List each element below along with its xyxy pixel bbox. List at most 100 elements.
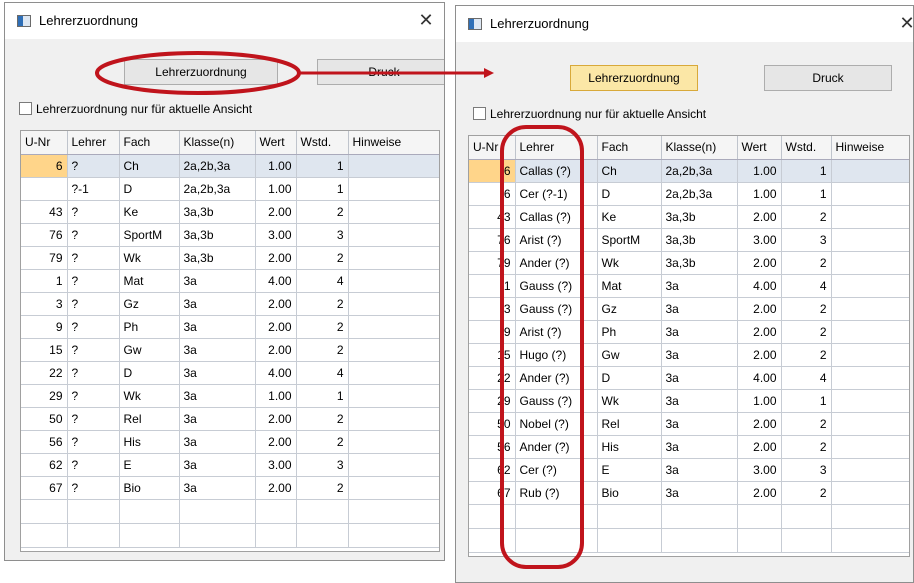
cell-klassen[interactable]: 3a,3b xyxy=(661,251,738,275)
cell-fach[interactable]: Ph xyxy=(119,315,180,339)
table-row[interactable]: 6 Callas (?) Ch 2a,2b,3a 1.00 1 xyxy=(469,159,909,183)
cell-fach[interactable]: Gz xyxy=(119,292,180,316)
druck-button[interactable]: Druck xyxy=(317,59,444,85)
cell-wstd[interactable]: 1 xyxy=(781,182,832,206)
cell-fach[interactable]: Bio xyxy=(119,476,180,500)
cell-wert[interactable]: 2.00 xyxy=(737,481,782,505)
cell-fach[interactable]: D xyxy=(119,361,180,385)
table-row[interactable]: ?-1 D 2a,2b,3a 1.00 1 xyxy=(21,177,439,201)
cell-wert[interactable]: 1.00 xyxy=(255,177,297,201)
cell-lehrer[interactable]: Arist (?) xyxy=(515,320,598,344)
cell-wstd[interactable]: 2 xyxy=(296,338,349,362)
assignment-table[interactable]: U-Nr Lehrer Fach Klasse(n) Wert Wstd. Hinweise… xyxy=(468,135,910,557)
empty-cell[interactable] xyxy=(119,499,180,524)
cell-hinweise[interactable] xyxy=(348,269,439,293)
cell-fach[interactable]: His xyxy=(597,435,662,459)
table-row[interactable]: 50 Nobel (?) Rel 3a 2.00 2 xyxy=(469,412,909,436)
empty-cell[interactable] xyxy=(255,499,297,524)
cell-klassen[interactable]: 3a,3b xyxy=(661,228,738,252)
cell-wstd[interactable]: 2 xyxy=(781,205,832,229)
cell-wert[interactable]: 3.00 xyxy=(255,223,297,247)
cell-unr[interactable]: 29 xyxy=(469,389,516,413)
column-header-lehrer[interactable]: Lehrer xyxy=(67,131,120,155)
cell-lehrer[interactable]: ? xyxy=(67,430,120,454)
cell-wstd[interactable]: 1 xyxy=(296,154,349,178)
cell-unr[interactable]: 9 xyxy=(469,320,516,344)
cell-wert[interactable]: 3.00 xyxy=(737,458,782,482)
column-header-fach[interactable]: Fach xyxy=(597,136,662,160)
cell-lehrer[interactable]: Gauss (?) xyxy=(515,274,598,298)
cell-wert[interactable]: 2.00 xyxy=(255,246,297,270)
cell-lehrer[interactable]: Callas (?) xyxy=(515,159,598,183)
cell-wstd[interactable]: 4 xyxy=(781,274,832,298)
assignment-table[interactable]: U-Nr Lehrer Fach Klasse(n) Wert Wstd. Hinweise… xyxy=(20,130,440,552)
cell-unr[interactable]: 76 xyxy=(21,223,68,247)
table-row[interactable]: 43? Ke 3a,3b 2.00 2 xyxy=(21,200,439,224)
cell-klassen[interactable]: 3a xyxy=(661,412,738,436)
cell-fach[interactable]: His xyxy=(119,430,180,454)
cell-klassen[interactable]: 3a xyxy=(179,384,256,408)
empty-cell[interactable] xyxy=(348,523,439,548)
table-row[interactable]: 1? Mat 3a 4.00 4 xyxy=(21,269,439,293)
column-header-lehrer[interactable]: Lehrer xyxy=(515,136,598,160)
cell-lehrer[interactable]: ? xyxy=(67,200,120,224)
cell-hinweise[interactable] xyxy=(348,384,439,408)
cell-wert[interactable]: 2.00 xyxy=(255,430,297,454)
cell-wstd[interactable]: 3 xyxy=(296,453,349,477)
cell-wert[interactable]: 4.00 xyxy=(255,361,297,385)
cell-wert[interactable]: 1.00 xyxy=(737,182,782,206)
cell-wstd[interactable]: 1 xyxy=(781,389,832,413)
cell-fach[interactable]: Gw xyxy=(597,343,662,367)
cell-hinweise[interactable] xyxy=(348,361,439,385)
column-header-hinweise[interactable]: Hinweise xyxy=(831,136,909,160)
cell-klassen[interactable]: 3a xyxy=(179,453,256,477)
column-header-fach[interactable]: Fach xyxy=(119,131,180,155)
table-row[interactable]: 29 Gauss (?) Wk 3a 1.00 1 xyxy=(469,389,909,413)
cell-unr[interactable]: 1 xyxy=(469,274,516,298)
cell-unr[interactable]: 29 xyxy=(21,384,68,408)
cell-wstd[interactable]: 3 xyxy=(781,458,832,482)
empty-cell[interactable] xyxy=(21,523,68,548)
current-view-checkbox[interactable]: Lehrerzuordnung nur für aktuelle Ansicht xyxy=(473,107,706,121)
cell-hinweise[interactable] xyxy=(831,412,909,436)
table-row[interactable]: 79? Wk 3a,3b 2.00 2 xyxy=(21,246,439,270)
cell-hinweise[interactable] xyxy=(831,366,909,390)
cell-klassen[interactable]: 3a,3b xyxy=(179,200,256,224)
cell-fach[interactable]: Ke xyxy=(597,205,662,229)
cell-unr[interactable]: 6 xyxy=(21,154,68,178)
cell-klassen[interactable]: 2a,2b,3a xyxy=(661,159,738,183)
cell-wstd[interactable]: 2 xyxy=(781,320,832,344)
cell-klassen[interactable]: 3a xyxy=(661,320,738,344)
cell-hinweise[interactable] xyxy=(831,389,909,413)
cell-klassen[interactable]: 3a xyxy=(661,274,738,298)
cell-wstd[interactable]: 1 xyxy=(296,384,349,408)
cell-unr[interactable]: 3 xyxy=(469,297,516,321)
cell-hinweise[interactable] xyxy=(348,430,439,454)
close-icon[interactable]: ✕ xyxy=(416,9,436,31)
empty-cell[interactable] xyxy=(661,528,738,553)
empty-cell[interactable] xyxy=(179,523,256,548)
cell-klassen[interactable]: 3a xyxy=(179,338,256,362)
cell-klassen[interactable]: 3a xyxy=(661,458,738,482)
cell-fach[interactable]: E xyxy=(597,458,662,482)
cell-hinweise[interactable] xyxy=(831,228,909,252)
cell-klassen[interactable]: 2a,2b,3a xyxy=(179,154,256,178)
cell-lehrer[interactable]: Ander (?) xyxy=(515,366,598,390)
empty-cell[interactable] xyxy=(737,528,782,553)
table-row[interactable]: 29? Wk 3a 1.00 1 xyxy=(21,384,439,408)
empty-cell[interactable] xyxy=(831,528,909,553)
empty-cell[interactable] xyxy=(67,523,120,548)
table-row[interactable]: 56? His 3a 2.00 2 xyxy=(21,430,439,454)
cell-klassen[interactable]: 3a xyxy=(179,476,256,500)
cell-unr[interactable]: 56 xyxy=(469,435,516,459)
cell-wert[interactable]: 2.00 xyxy=(255,476,297,500)
cell-unr[interactable]: 50 xyxy=(469,412,516,436)
lehrerzuordnung-button[interactable]: Lehrerzuordnung xyxy=(124,59,278,85)
cell-klassen[interactable]: 3a xyxy=(661,389,738,413)
cell-unr[interactable]: 15 xyxy=(21,338,68,362)
table-row[interactable]: 22? D 3a 4.00 4 xyxy=(21,361,439,385)
table-row[interactable]: 62 Cer (?) E 3a 3.00 3 xyxy=(469,458,909,482)
table-row[interactable]: 6 Cer (?-1) D 2a,2b,3a 1.00 1 xyxy=(469,182,909,206)
table-row[interactable]: 6? Ch 2a,2b,3a 1.00 1 xyxy=(21,154,439,178)
cell-klassen[interactable]: 3a,3b xyxy=(179,223,256,247)
